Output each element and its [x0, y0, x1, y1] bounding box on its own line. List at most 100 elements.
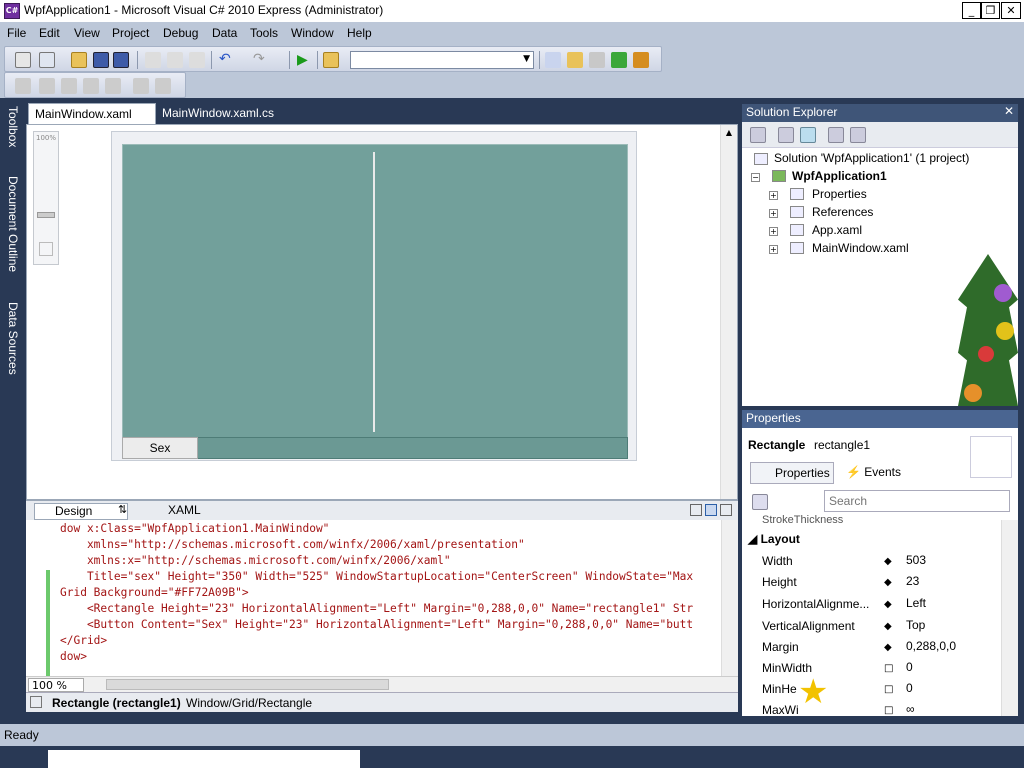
property-marker-icon[interactable]: ◆: [884, 621, 892, 632]
expand-icon[interactable]: +: [769, 245, 778, 254]
wpf-window-preview[interactable]: Sex: [111, 131, 637, 461]
tree-item-app-xaml[interactable]: App.xaml: [812, 223, 862, 237]
property-marker-icon[interactable]: ◆: [884, 599, 892, 610]
save-icon[interactable]: [93, 52, 109, 68]
tree-item-references[interactable]: References: [812, 205, 873, 219]
align-icon[interactable]: [133, 78, 149, 94]
project-node[interactable]: WpfApplication1: [792, 169, 887, 183]
prop-verticalalignment-value[interactable]: Top: [906, 618, 925, 632]
maximize-button[interactable]: ❐: [981, 2, 1000, 19]
xaml-editor[interactable]: dow x:Class="WpfApplication1.MainWindow"…: [26, 520, 738, 676]
menu-debug[interactable]: Debug: [163, 26, 198, 40]
pointer-icon[interactable]: [61, 78, 77, 94]
menu-help[interactable]: Help: [347, 26, 372, 40]
text-size-icon[interactable]: [83, 78, 99, 94]
property-marker-icon[interactable]: □: [884, 684, 893, 695]
prop-height-value[interactable]: 23: [906, 574, 919, 588]
save-all-icon[interactable]: [113, 52, 129, 68]
copy-icon[interactable]: [167, 52, 183, 68]
selected-name[interactable]: rectangle1: [814, 438, 870, 452]
data-sources-tab[interactable]: Data Sources: [2, 302, 20, 375]
start-debugging-icon[interactable]: ▶: [297, 52, 313, 68]
grid-area[interactable]: [122, 144, 628, 454]
prop-maxwidth-value[interactable]: ∞: [906, 702, 915, 716]
property-marker-icon[interactable]: ◆: [884, 556, 892, 567]
prop-minwidth-value[interactable]: 0: [906, 660, 913, 674]
close-icon[interactable]: ✕: [1004, 104, 1014, 118]
filter-icon[interactable]: [796, 494, 812, 510]
toolbox-icon[interactable]: [633, 52, 649, 68]
property-marker-icon[interactable]: □: [884, 663, 893, 674]
minimize-button[interactable]: _: [962, 2, 981, 19]
paste-icon[interactable]: [189, 52, 205, 68]
add-item-icon[interactable]: [39, 52, 55, 68]
spacing-icon[interactable]: [155, 78, 171, 94]
menu-window[interactable]: Window: [291, 26, 334, 40]
xaml-tab[interactable]: XAML: [144, 503, 216, 520]
view-code-icon[interactable]: [828, 127, 844, 143]
object-browser-icon[interactable]: [589, 52, 605, 68]
app-icon[interactable]: C#: [4, 3, 20, 19]
sort-alpha-icon[interactable]: [774, 494, 790, 510]
document-outline-tab[interactable]: Document Outline: [2, 176, 20, 272]
expand-icon[interactable]: +: [769, 209, 778, 218]
collapse-icon[interactable]: −: [751, 173, 760, 182]
designer-vertical-scrollbar[interactable]: ▲: [720, 125, 737, 499]
redo-icon[interactable]: ↷: [253, 52, 269, 68]
show-all-files-icon[interactable]: [778, 127, 794, 143]
layout-section-header[interactable]: ◢ Layout: [748, 532, 800, 546]
menu-edit[interactable]: Edit: [39, 26, 60, 40]
layout-icon[interactable]: [105, 78, 121, 94]
expand-icon[interactable]: +: [769, 191, 778, 200]
zoom-thumb[interactable]: [37, 212, 55, 218]
find-combo[interactable]: ▼: [350, 51, 534, 69]
group-icon[interactable]: [39, 78, 55, 94]
solution-explorer-icon[interactable]: [545, 52, 561, 68]
prop-minheight-value[interactable]: 0: [906, 681, 913, 695]
xaml-vertical-scrollbar[interactable]: [721, 520, 738, 676]
solution-node[interactable]: Solution 'WpfApplication1' (1 project): [774, 151, 969, 165]
menu-file[interactable]: File: [7, 26, 26, 40]
new-project-icon[interactable]: [15, 52, 31, 68]
align-grid-icon[interactable]: [15, 78, 31, 94]
breadcrumb-element[interactable]: Rectangle (rectangle1): [52, 696, 181, 710]
designer-surface[interactable]: 100% Sex ▲: [26, 124, 738, 500]
chevron-down-icon[interactable]: ▼: [523, 54, 530, 64]
tab-mainwindow-xaml[interactable]: MainWindow.xaml ✕: [28, 103, 156, 135]
tree-item-mainwindow-xaml[interactable]: MainWindow.xaml: [812, 241, 909, 255]
property-marker-icon[interactable]: ◆: [884, 577, 892, 588]
collapse-pane-icon[interactable]: [720, 504, 732, 516]
properties-icon[interactable]: [750, 127, 766, 143]
open-folder-icon[interactable]: [71, 52, 87, 68]
menu-tools[interactable]: Tools: [250, 26, 278, 40]
menu-view[interactable]: View: [74, 26, 100, 40]
properties-scrollbar[interactable]: [1001, 520, 1018, 716]
menu-project[interactable]: Project: [112, 26, 149, 40]
close-button[interactable]: ✕: [1001, 2, 1021, 19]
view-designer-icon[interactable]: [850, 127, 866, 143]
zoom-slider[interactable]: 100%: [33, 131, 59, 265]
cut-icon[interactable]: [145, 52, 161, 68]
expand-icon[interactable]: +: [769, 227, 778, 236]
prop-horizontalalignment-value[interactable]: Left: [906, 596, 926, 610]
fit-icon[interactable]: [39, 242, 53, 256]
zoom-select[interactable]: 100 %: [28, 678, 84, 692]
prop-width-value[interactable]: 503: [906, 553, 926, 567]
categorize-icon[interactable]: [752, 494, 768, 510]
prop-margin-value[interactable]: 0,288,0,0: [906, 639, 956, 653]
start-page-icon[interactable]: [611, 52, 627, 68]
refresh-icon[interactable]: [800, 127, 816, 143]
tree-item-properties[interactable]: Properties: [812, 187, 867, 201]
tab-properties[interactable]: Properties: [750, 462, 834, 484]
undo-icon[interactable]: ↶: [219, 52, 235, 68]
swap-panes-icon[interactable]: ⇅: [118, 503, 127, 516]
vertical-split-icon[interactable]: [690, 504, 702, 516]
properties-window-icon[interactable]: [567, 52, 583, 68]
scroll-up-icon[interactable]: ▲: [721, 128, 737, 137]
toolbox-tab[interactable]: Toolbox: [2, 106, 20, 147]
sex-button[interactable]: Sex: [122, 437, 198, 459]
horizontal-split-icon[interactable]: [705, 504, 717, 516]
xaml-horizontal-scrollbar[interactable]: 100 %: [26, 676, 738, 692]
tab-events[interactable]: ⚡ Events: [846, 465, 901, 479]
property-search-input[interactable]: [824, 490, 1010, 512]
